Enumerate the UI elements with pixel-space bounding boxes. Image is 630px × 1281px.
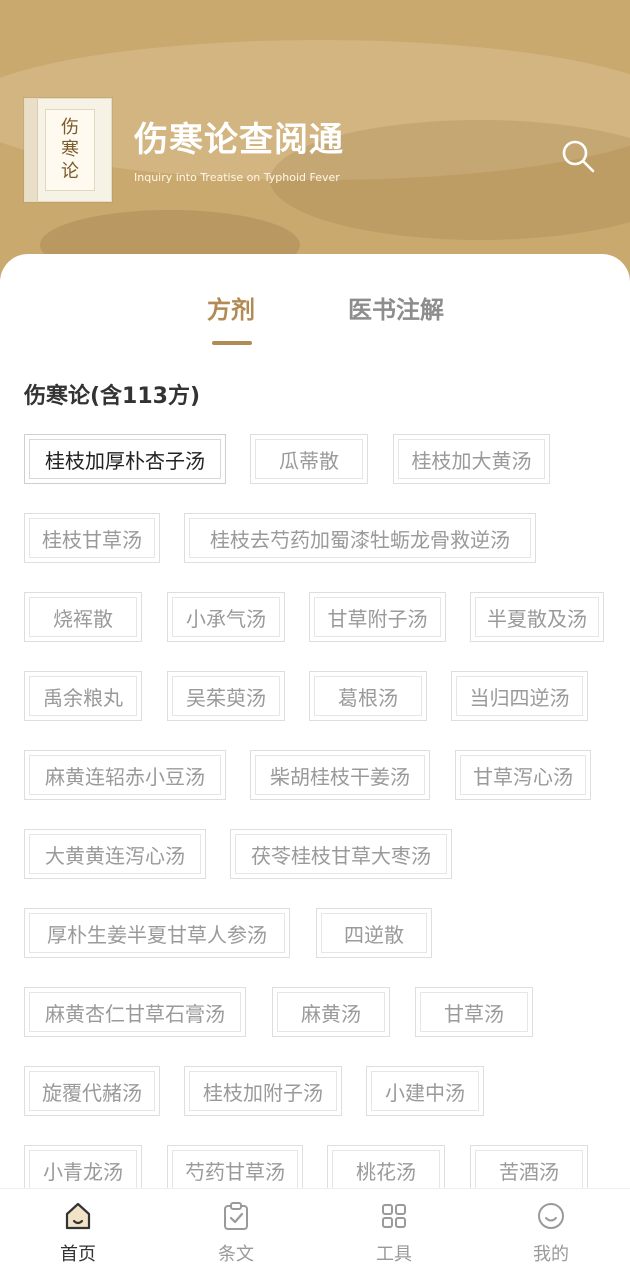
formula-chip[interactable]: 茯苓桂枝甘草大枣汤	[230, 829, 452, 879]
nav-tools-label: 工具	[376, 1244, 412, 1265]
section-title: 伤寒论(含113方)	[24, 384, 201, 409]
nav-profile-label: 我的	[533, 1244, 569, 1265]
nav-profile[interactable]: 我的	[506, 1189, 596, 1281]
formula-chip[interactable]: 甘草附子汤	[309, 592, 446, 642]
book-label: 伤寒论	[45, 109, 95, 191]
tab-active-indicator	[212, 341, 252, 345]
formula-chip[interactable]: 葛根汤	[309, 671, 427, 721]
search-button[interactable]	[560, 138, 596, 174]
formula-chip[interactable]: 麻黄连轺赤小豆汤	[24, 750, 226, 800]
formula-chip[interactable]: 桂枝甘草汤	[24, 513, 160, 563]
book-spine	[25, 99, 38, 201]
formula-chip[interactable]: 吴茱萸汤	[167, 671, 285, 721]
formula-chip[interactable]: 旋覆代赭汤	[24, 1066, 160, 1116]
nav-home-label: 首页	[60, 1244, 96, 1265]
formula-chip[interactable]: 桂枝加厚朴杏子汤	[24, 434, 226, 484]
content-card: 方剂 医书注解 伤寒论(含113方) 桂枝加厚朴杏子汤 瓜蒂散 桂枝加大黄汤 桂…	[0, 254, 630, 1195]
nav-tools[interactable]: 工具	[349, 1189, 439, 1281]
grid-icon	[382, 1204, 406, 1228]
formula-chip[interactable]: 甘草汤	[415, 987, 533, 1037]
logo-text: 伤寒论	[61, 117, 79, 182]
clipboard-check-icon	[224, 1202, 248, 1230]
search-icon	[562, 140, 595, 173]
formula-chip[interactable]: 厚朴生姜半夏甘草人参汤	[24, 908, 290, 958]
formula-chip[interactable]: 烧裈散	[24, 592, 142, 642]
app-logo: 伤寒论	[24, 98, 112, 202]
smiley-icon	[538, 1203, 564, 1229]
formula-chip[interactable]: 小承气汤	[167, 592, 285, 642]
formula-chip[interactable]: 桂枝加大黄汤	[393, 434, 550, 484]
formula-chip[interactable]: 柴胡桂枝干姜汤	[250, 750, 430, 800]
formula-chip[interactable]: 小建中汤	[366, 1066, 484, 1116]
nav-articles[interactable]: 条文	[191, 1189, 281, 1281]
tab-annotations[interactable]: 医书注解	[348, 290, 444, 325]
tab-bar: 方剂 医书注解	[0, 290, 630, 350]
formula-chip[interactable]: 甘草泻心汤	[455, 750, 591, 800]
formula-chip[interactable]: 大黄黄连泻心汤	[24, 829, 206, 879]
formula-chip[interactable]: 当归四逆汤	[451, 671, 588, 721]
formula-chip[interactable]: 半夏散及汤	[470, 592, 604, 642]
formula-chip[interactable]: 瓜蒂散	[250, 434, 368, 484]
home-icon	[65, 1202, 91, 1230]
formula-chip[interactable]: 四逆散	[316, 908, 432, 958]
formula-chip[interactable]: 麻黄汤	[272, 987, 390, 1037]
app-subtitle: Inquiry into Treatise on Typhoid Fever	[134, 171, 340, 184]
bottom-nav: 首页 条文 工具 我的	[0, 1188, 630, 1281]
nav-articles-label: 条文	[218, 1244, 254, 1265]
formula-chip[interactable]: 禹余粮丸	[24, 671, 142, 721]
formula-chip[interactable]: 桂枝去芍药加蜀漆牡蛎龙骨救逆汤	[184, 513, 536, 563]
nav-home[interactable]: 首页	[33, 1189, 123, 1281]
tab-formulas[interactable]: 方剂	[207, 290, 255, 325]
formula-chip[interactable]: 麻黄杏仁甘草石膏汤	[24, 987, 246, 1037]
app-title: 伤寒论查阅通	[134, 120, 344, 160]
formula-chip[interactable]: 桂枝加附子汤	[184, 1066, 342, 1116]
